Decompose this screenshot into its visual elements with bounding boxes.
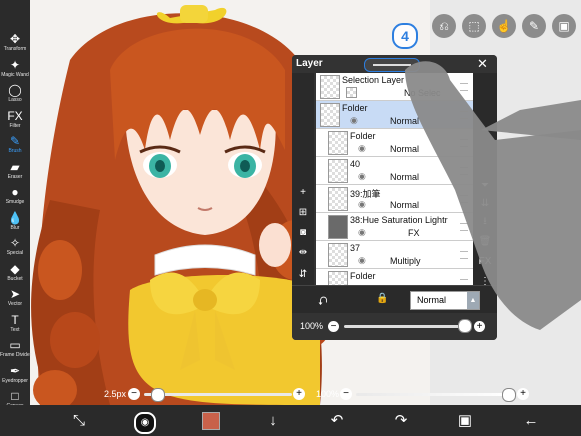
brush-size-slider[interactable] [144, 393, 292, 396]
brush-opacity-increase-button[interactable]: + [517, 388, 529, 400]
brush-opacity-knob[interactable] [502, 388, 516, 402]
brush-opacity-slider[interactable] [356, 393, 508, 396]
transform-icon: ⤡ [72, 412, 85, 429]
brush-opacity-decrease-button[interactable]: − [340, 388, 352, 400]
back-icon: ← [523, 412, 539, 429]
color-swatch-button[interactable] [196, 405, 226, 436]
app-window: ✥ Transform ✦ Magic Wand ◯ Lasso FX Filter ✎ Brus… [0, 0, 581, 436]
layers-button[interactable]: ▣ [450, 405, 480, 436]
brush-preset-button[interactable]: ◉ [130, 405, 160, 436]
brush-size-increase-button[interactable]: + [293, 388, 305, 400]
brush-size-knob[interactable] [150, 388, 165, 402]
transform-button[interactable]: ⤡ [64, 405, 94, 436]
brush-size-label: 2.5px [104, 389, 127, 399]
undo-button[interactable]: ↶ [322, 405, 352, 436]
undo-icon: ↶ [330, 412, 344, 429]
brush-size-decrease-button[interactable]: − [128, 388, 140, 400]
layers-icon: ▣ [457, 412, 473, 429]
download-arrow-icon: ↓ [269, 412, 277, 429]
brush-opacity-label: 100% [316, 389, 340, 399]
color-swatch-icon [202, 412, 220, 430]
brush-preset-icon: ◉ [134, 412, 156, 434]
redo-button[interactable]: ↷ [386, 405, 416, 436]
download-arrow-button[interactable]: ↓ [258, 405, 288, 436]
gesture-hand-illustration [405, 61, 581, 331]
redo-icon: ↷ [394, 412, 408, 429]
bottom-toolbar: ⤡ ◉ ↓ ↶ ↷ ▣ ← [0, 405, 581, 436]
back-button[interactable]: ← [516, 405, 546, 436]
